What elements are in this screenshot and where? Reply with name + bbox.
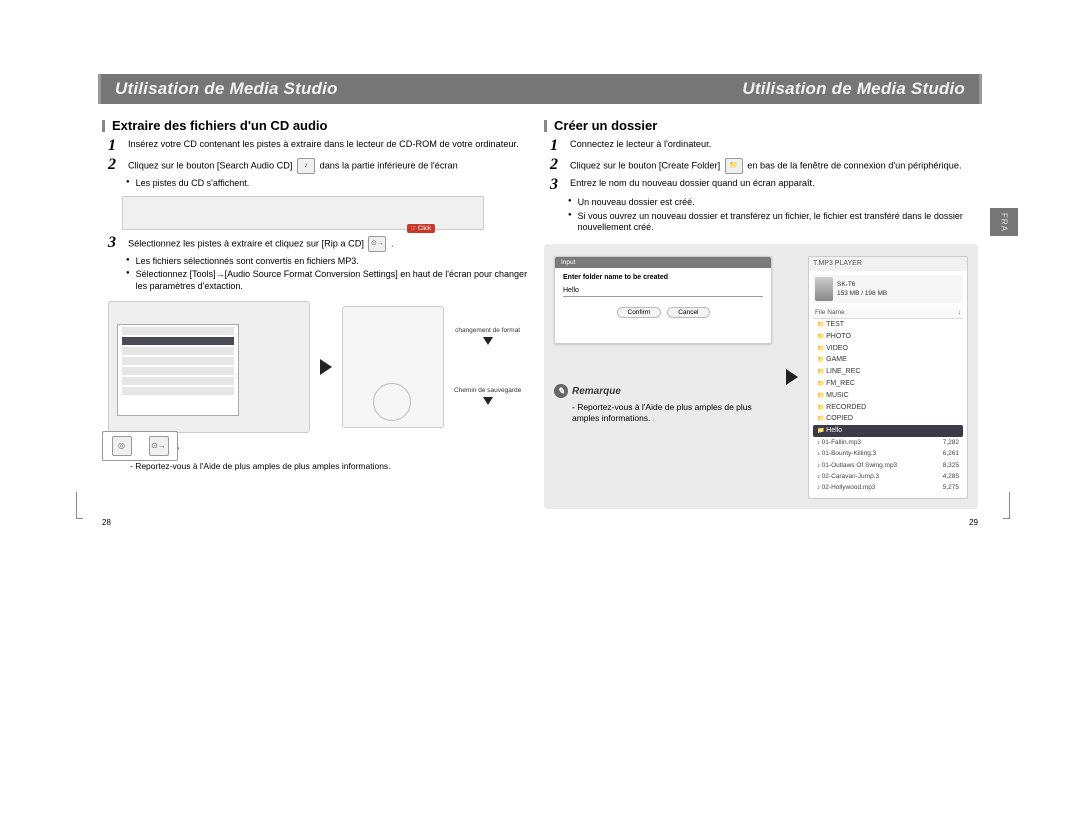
rstep-num-1: 1: [550, 138, 564, 154]
page-corner-right: [1003, 492, 1010, 519]
file-item[interactable]: 02-Hollywood.mp35,275: [813, 482, 963, 493]
rstep-text-2: Cliquez sur le bouton [Create Folder] 📁 …: [570, 158, 982, 174]
dialog-input[interactable]: Hello: [563, 285, 763, 297]
screenshot-popup-buttons: ◎ ⊙→: [102, 431, 178, 461]
col-sort-icon[interactable]: ↓: [958, 308, 961, 317]
rstep-2: 2 Cliquez sur le bouton [Create Folder] …: [550, 158, 982, 174]
remarque-text-right: - Reportez-vous à l'Aide de plus amples …: [572, 402, 776, 424]
note-icon-2: ✎: [554, 384, 568, 398]
create-folder-icon[interactable]: 📁: [725, 158, 743, 174]
page-right: Utilisation de Media Studio Créer un dos…: [540, 74, 982, 509]
folder-item[interactable]: LINE_REC: [813, 366, 963, 378]
folder-item[interactable]: VIDEO: [813, 343, 963, 355]
folder-item[interactable]: TEST: [813, 319, 963, 331]
page-left: Utilisation de Media Studio Extraire des…: [98, 74, 540, 509]
file-item[interactable]: 01-Bounty-Killing.36,261: [813, 448, 963, 459]
rstep-1: 1 Connectez le lecteur à l'ordinateur.: [550, 139, 982, 154]
rstep-2-text-b: en bas de la fenêtre de connexion d'un p…: [747, 160, 961, 170]
screenshot-tracklist: [108, 301, 310, 433]
col-filename: File Name: [815, 308, 845, 317]
right-header-title: Utilisation de Media Studio: [742, 79, 965, 99]
caption-save: Chemin de sauvegarde: [454, 387, 521, 394]
rstep-3: 3 Entrez le nom du nouveau dossier quand…: [550, 178, 982, 193]
arrow-down-icon: [483, 337, 493, 345]
folder-item[interactable]: RECORDED: [813, 402, 963, 414]
file-item[interactable]: 01-Outlaws Of Swing.mp38,325: [813, 460, 963, 471]
page-num-left: 28: [102, 518, 111, 527]
left-header-title: Utilisation de Media Studio: [115, 79, 338, 99]
arrow-right-icon: [320, 359, 332, 375]
click-badge: Click: [407, 224, 435, 233]
page-num-right: 29: [969, 518, 978, 527]
file-item[interactable]: 02-Caravan-Jump.34,285: [813, 471, 963, 482]
rip-icon[interactable]: ⊙→: [149, 436, 169, 456]
right-section-title: Créer un dossier: [544, 118, 982, 133]
step-3-text-b: .: [391, 238, 394, 248]
selected-folder[interactable]: Hello: [813, 425, 963, 437]
step-1: 1 Insérez votre CD contenant les pistes …: [108, 139, 540, 154]
step-3: 3 Sélectionnez les pistes à extraire et …: [108, 236, 540, 252]
screenshot-settings: [342, 306, 444, 428]
remarque-right: ✎ Remarque: [554, 384, 776, 398]
step-num-3: 3: [108, 235, 122, 251]
folder-item[interactable]: FM_REC: [813, 378, 963, 390]
dialog-head: Input: [555, 257, 771, 268]
device-thumbnail: [815, 277, 833, 301]
right-header-bar: Utilisation de Media Studio: [540, 74, 982, 104]
arrow-right-icon-2: [786, 369, 798, 385]
step-3-text-a: Sélectionnez les pistes à extraire et cl…: [128, 238, 364, 248]
rstep-2-text-a: Cliquez sur le bouton [Create Folder]: [570, 160, 720, 170]
right-screenshot-area: Input Enter folder name to be created He…: [544, 244, 978, 509]
search-audio-cd-icon[interactable]: ♪: [297, 158, 315, 174]
bullet-2a: Les pistes du CD s'affichent.: [126, 178, 540, 190]
step-text-1: Insérez votre CD contenant les pistes à …: [128, 139, 540, 151]
step-2: 2 Cliquez sur le bouton [Search Audio CD…: [108, 158, 540, 174]
step-text-3: Sélectionnez les pistes à extraire et cl…: [128, 236, 540, 252]
rstep-text-3: Entrez le nom du nouveau dossier quand u…: [570, 178, 982, 190]
folder-item[interactable]: PHOTO: [813, 331, 963, 343]
left-header-bar: Utilisation de Media Studio: [98, 74, 540, 104]
folder-item[interactable]: MUSIC: [813, 390, 963, 402]
step-2-text-b: dans la partie inférieure de l'écran: [320, 160, 458, 170]
bullet-3a: Les fichiers sélectionnés sont convertis…: [126, 256, 540, 268]
page-corner-left: [76, 492, 83, 519]
language-tab-fra[interactable]: FRA: [990, 208, 1018, 236]
rstep-num-3: 3: [550, 177, 564, 193]
rstep-text-1: Connectez le lecteur à l'ordinateur.: [570, 139, 982, 151]
left-section-title: Extraire des fichiers d'un CD audio: [102, 118, 540, 133]
confirm-button[interactable]: Confirm: [617, 307, 662, 318]
create-folder-dialog: Input Enter folder name to be created He…: [554, 256, 772, 344]
file-item[interactable]: 01-Fallin.mp37,282: [813, 437, 963, 448]
device-model: SK-T6: [837, 280, 887, 289]
rbullet-3a: Un nouveau dossier est créé.: [568, 197, 982, 209]
arrow-down-icon-2: [483, 397, 493, 405]
folder-item[interactable]: GAME: [813, 354, 963, 366]
step-num-1: 1: [108, 138, 122, 154]
caption-format: changement de format: [455, 327, 520, 334]
step-text-2: Cliquez sur le bouton [Search Audio CD] …: [128, 158, 540, 174]
player-device: SK-T6 153 MB / 198 MB: [813, 275, 963, 303]
step-num-2: 2: [108, 157, 122, 173]
rip-cd-icon[interactable]: ⊙→: [368, 236, 386, 252]
player-header-row: File Name ↓: [813, 307, 963, 319]
step-2-text-a: Cliquez sur le bouton [Search Audio CD]: [128, 160, 292, 170]
player-panel: T.MP3 PLAYER SK-T6 153 MB / 198 MB File …: [808, 256, 968, 499]
remarque-label-right: Remarque: [572, 386, 621, 397]
cancel-button[interactable]: Cancel: [667, 307, 709, 318]
bullet-3b: Sélectionnez [Tools]→[Audio Source Forma…: [126, 269, 540, 292]
player-title: T.MP3 PLAYER: [809, 257, 967, 271]
folder-item[interactable]: COPIED: [813, 413, 963, 425]
remarque-text-left: - Reportez-vous à l'Aide de plus amples …: [130, 461, 540, 472]
screenshot-row: ◎ ⊙→ changement de format Chemin de sauv…: [108, 301, 540, 433]
rbullet-3b: Si vous ouvrez un nouveau dossier et tra…: [568, 211, 982, 234]
disc-icon[interactable]: ◎: [112, 436, 132, 456]
dialog-label: Enter folder name to be created: [563, 274, 763, 281]
device-capacity: 153 MB / 198 MB: [837, 289, 887, 298]
screenshot-toolbar: Click: [122, 196, 484, 230]
rstep-num-2: 2: [550, 157, 564, 173]
